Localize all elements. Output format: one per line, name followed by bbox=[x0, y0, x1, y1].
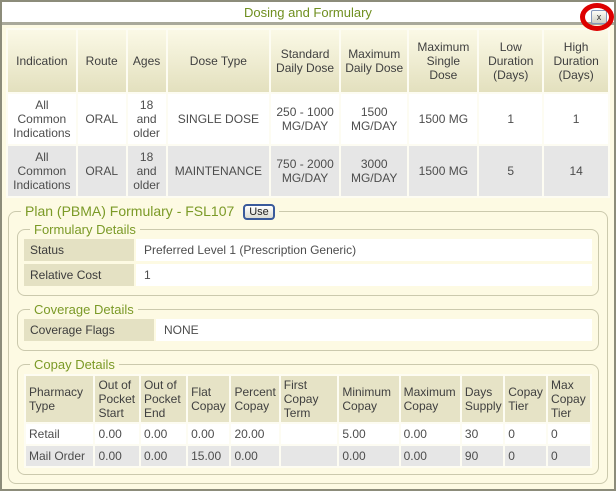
copay-table-header-row: Pharmacy Type Out of Pocket Start Out of… bbox=[26, 376, 590, 422]
copay-table-row-retail: Retail 0.00 0.00 0.00 20.00 5.00 0.00 30… bbox=[26, 424, 590, 444]
relative-cost-row: Relative Cost 1 bbox=[24, 264, 592, 286]
status-label: Status bbox=[24, 239, 134, 261]
table-cell: 5 bbox=[479, 146, 542, 196]
coverage-details-section: Coverage Details Coverage Flags NONE bbox=[17, 302, 599, 351]
status-value: Preferred Level 1 (Prescription Generic) bbox=[136, 239, 592, 261]
coverage-details-legend: Coverage Details bbox=[30, 302, 138, 317]
coverage-flags-value: NONE bbox=[156, 319, 592, 341]
table-cell: 0.00 bbox=[95, 446, 139, 466]
coverage-flags-row: Coverage Flags NONE bbox=[24, 319, 592, 341]
header-cell-maximum-single-dose: Maximum Single Dose bbox=[409, 30, 477, 92]
header-cell-first-copay-term: First Copay Term bbox=[281, 376, 338, 422]
table-cell: All Common Indications bbox=[8, 146, 76, 196]
plan-formulary-title: Plan (PBMA) Formulary - FSL107 bbox=[25, 203, 234, 219]
table-cell: 0 bbox=[505, 424, 546, 444]
table-cell: 0.00 bbox=[401, 446, 460, 466]
table-cell: 1500 MG bbox=[409, 94, 477, 144]
content-area: Indication Route Ages Dose Type Standard… bbox=[2, 25, 614, 484]
copay-table-row-mail-order: Mail Order 0.00 0.00 15.00 0.00 0.00 0.0… bbox=[26, 446, 590, 466]
table-cell: 0.00 bbox=[188, 424, 229, 444]
table-cell: 1500 MG bbox=[409, 146, 477, 196]
table-cell: Mail Order bbox=[26, 446, 93, 466]
title-bar: Dosing and Formulary bbox=[2, 2, 614, 25]
close-button[interactable]: x bbox=[591, 10, 607, 24]
header-cell-indication: Indication bbox=[8, 30, 76, 92]
page-title: Dosing and Formulary bbox=[244, 5, 372, 20]
table-cell: 0.00 bbox=[95, 424, 139, 444]
table-cell: 0.00 bbox=[339, 446, 398, 466]
table-cell: 0 bbox=[548, 446, 590, 466]
copay-details-section: Copay Details Pharmacy Type Out of Pocke… bbox=[17, 357, 599, 475]
table-cell: 18 and older bbox=[128, 94, 166, 144]
header-cell-ages: Ages bbox=[128, 30, 166, 92]
copay-table: Pharmacy Type Out of Pocket Start Out of… bbox=[24, 374, 592, 468]
table-cell: ORAL bbox=[78, 146, 126, 196]
dose-table-row: All Common Indications ORAL 18 and older… bbox=[8, 146, 608, 196]
relative-cost-label: Relative Cost bbox=[24, 264, 134, 286]
dose-table-row: All Common Indications ORAL 18 and older… bbox=[8, 94, 608, 144]
header-cell-days-supply: Days Supply bbox=[462, 376, 503, 422]
formulary-details-section: Formulary Details Status Preferred Level… bbox=[17, 222, 599, 296]
use-button[interactable]: Use bbox=[243, 204, 275, 220]
header-cell-maximum-copay: Maximum Copay bbox=[401, 376, 460, 422]
header-cell-standard-daily-dose: Standard Daily Dose bbox=[271, 30, 339, 92]
table-cell: 0.00 bbox=[141, 446, 186, 466]
header-cell-pharmacy-type: Pharmacy Type bbox=[26, 376, 93, 422]
table-cell: 5.00 bbox=[339, 424, 398, 444]
table-cell: 1 bbox=[544, 94, 608, 144]
table-cell: 0 bbox=[548, 424, 590, 444]
header-cell-copay-tier: Copay Tier bbox=[505, 376, 546, 422]
relative-cost-value: 1 bbox=[136, 264, 592, 286]
table-cell: 1500 MG/DAY bbox=[341, 94, 408, 144]
header-cell-percent-copay: Percent Copay bbox=[231, 376, 278, 422]
table-cell: MAINTENANCE bbox=[168, 146, 270, 196]
table-cell: 0.00 bbox=[231, 446, 278, 466]
table-cell: 90 bbox=[462, 446, 503, 466]
formulary-details-legend: Formulary Details bbox=[30, 222, 140, 237]
header-cell-high-duration: High Duration (Days) bbox=[544, 30, 608, 92]
plan-formulary-legend: Plan (PBMA) Formulary - FSL107 Use bbox=[21, 203, 279, 220]
copay-details-legend: Copay Details bbox=[30, 357, 119, 372]
status-row: Status Preferred Level 1 (Prescription G… bbox=[24, 239, 592, 261]
plan-formulary-section: Plan (PBMA) Formulary - FSL107 Use Formu… bbox=[8, 203, 608, 484]
table-cell: 750 - 2000 MG/DAY bbox=[271, 146, 339, 196]
header-cell-max-copay-tier: Max Copay Tier bbox=[548, 376, 590, 422]
table-cell: 18 and older bbox=[128, 146, 166, 196]
table-cell: 250 - 1000 MG/DAY bbox=[271, 94, 339, 144]
header-cell-route: Route bbox=[78, 30, 126, 92]
table-cell: All Common Indications bbox=[8, 94, 76, 144]
header-cell-flat-copay: Flat Copay bbox=[188, 376, 229, 422]
header-cell-low-duration: Low Duration (Days) bbox=[479, 30, 542, 92]
dosing-formulary-window: Dosing and Formulary x Indication Route … bbox=[0, 0, 616, 491]
table-cell: SINGLE DOSE bbox=[168, 94, 270, 144]
header-cell-maximum-daily-dose: Maximum Daily Dose bbox=[341, 30, 408, 92]
table-cell: 15.00 bbox=[188, 446, 229, 466]
table-cell: 0.00 bbox=[401, 424, 460, 444]
coverage-flags-label: Coverage Flags bbox=[24, 319, 154, 341]
dose-table-header-row: Indication Route Ages Dose Type Standard… bbox=[8, 30, 608, 92]
table-cell: 30 bbox=[462, 424, 503, 444]
table-cell: 0 bbox=[505, 446, 546, 466]
header-cell-minimum-copay: Minimum Copay bbox=[339, 376, 398, 422]
table-cell: 1 bbox=[479, 94, 542, 144]
dose-table: Indication Route Ages Dose Type Standard… bbox=[6, 28, 610, 198]
table-cell: 20.00 bbox=[231, 424, 278, 444]
table-cell: 0.00 bbox=[141, 424, 186, 444]
header-cell-oop-start: Out of Pocket Start bbox=[95, 376, 139, 422]
table-cell: 14 bbox=[544, 146, 608, 196]
header-cell-oop-end: Out of Pocket End bbox=[141, 376, 186, 422]
table-cell bbox=[281, 446, 338, 466]
table-cell: 3000 MG/DAY bbox=[341, 146, 408, 196]
header-cell-dose-type: Dose Type bbox=[168, 30, 270, 92]
table-cell: Retail bbox=[26, 424, 93, 444]
table-cell bbox=[281, 424, 338, 444]
table-cell: ORAL bbox=[78, 94, 126, 144]
